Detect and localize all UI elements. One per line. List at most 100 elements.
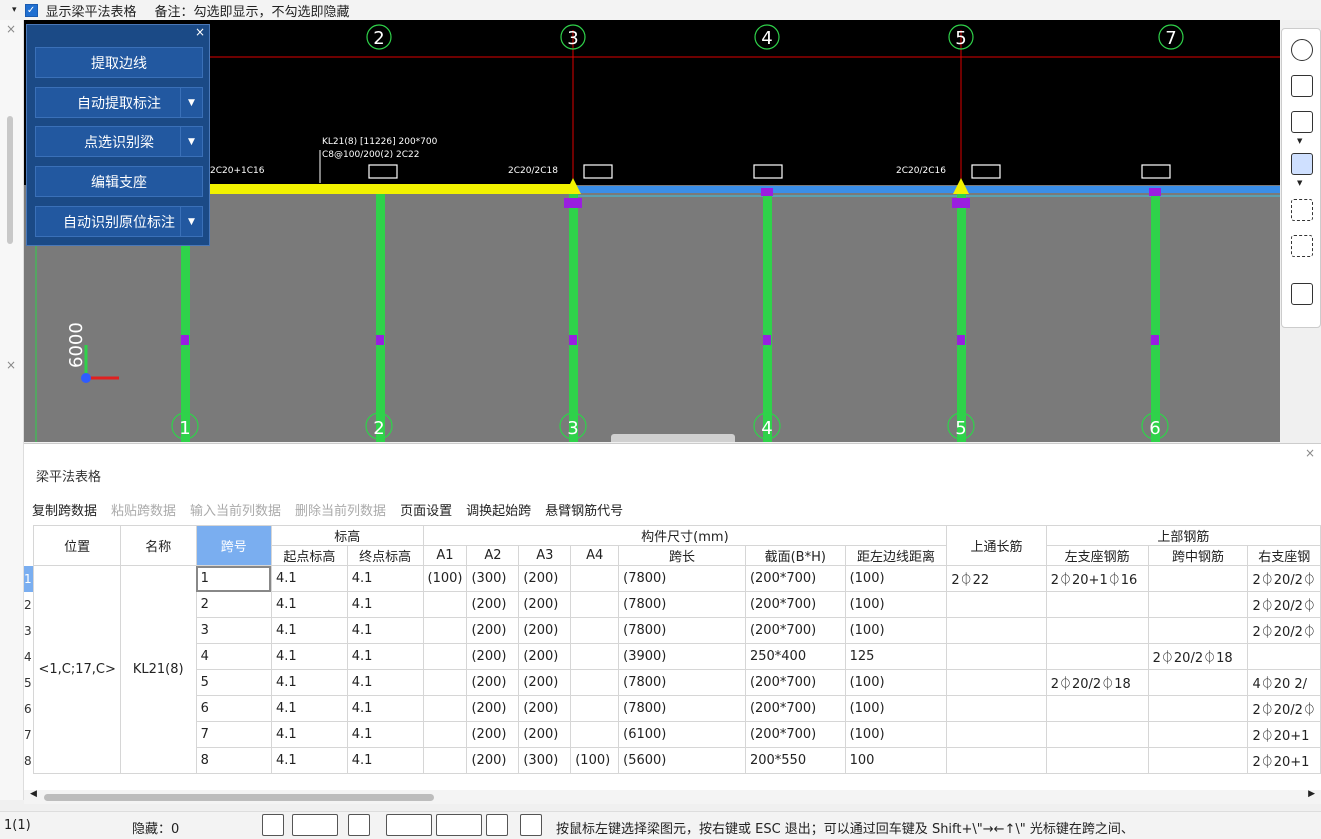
header-mid-span[interactable]: 跨中钢筋 [1147,545,1249,566]
cell-section[interactable]: (200*700) [744,565,846,592]
cell-end-elev[interactable]: 4.1 [346,591,424,618]
auto-extract-label-button[interactable]: 自动提取标注 ▼ [35,87,203,118]
header-left-seat[interactable]: 左支座钢筋 [1045,545,1149,566]
cell-right-seat[interactable]: 2⏀20/2⏀ [1247,565,1321,592]
cell-mid-span[interactable]: 2⏀20/2⏀18 [1147,643,1249,670]
cell-left-seat[interactable] [1045,591,1149,618]
cell-a1[interactable] [422,695,468,722]
cell-top-through[interactable] [946,643,1047,670]
cell-start-elev[interactable]: 4.1 [270,565,348,592]
cell-a3[interactable]: (200) [518,695,572,722]
canvas-collapse-tab[interactable] [611,434,735,442]
cell-dist[interactable]: (100) [844,695,948,722]
swap-start-span-button[interactable]: 调换起始跨 [466,500,531,519]
cell-span-len[interactable]: (7800) [618,591,746,618]
cell-a2[interactable]: (200) [466,747,520,774]
cell-a2[interactable]: (200) [466,669,520,696]
snap-select-icon[interactable] [292,814,338,836]
cell-dist[interactable]: (100) [844,565,948,592]
table-row[interactable]: 6 6 4.1 4.1 (200) (200) (7800) (200*700) (100) 2⏀… [24,695,1321,722]
row-number[interactable]: 4 [24,643,34,670]
cell-a4[interactable]: (100) [570,747,620,774]
row-number[interactable]: 5 [24,669,34,696]
cell-top-through[interactable] [946,617,1047,644]
cell-a1[interactable] [422,643,468,670]
orbit-icon[interactable] [1291,39,1313,61]
header-right-seat[interactable]: 右支座钢 [1247,545,1321,566]
cell-end-elev[interactable]: 4.1 [346,747,424,774]
cell-section[interactable]: 250*400 [744,643,846,670]
scroll-thumb[interactable] [44,794,434,801]
cell-start-elev[interactable]: 4.1 [270,643,348,670]
cell-a3[interactable]: (200) [518,591,572,618]
row-number[interactable]: 3 [24,617,34,644]
header-a1[interactable]: A1 [422,545,468,566]
cell-span[interactable]: 4 [195,643,272,670]
cell-start-elev[interactable]: 4.1 [270,747,348,774]
cell-span[interactable]: 8 [195,747,272,774]
cell-top-through[interactable] [946,591,1047,618]
object-view-icon[interactable] [1291,235,1313,257]
3d-view-icon[interactable] [1291,75,1313,97]
extract-edge-button[interactable]: 提取边线 [35,47,203,78]
cell-start-elev[interactable]: 4.1 [270,617,348,644]
cell-a2[interactable]: (200) [466,591,520,618]
scroll-right-icon[interactable]: ▶ [1308,789,1315,799]
cancel-icon[interactable] [348,814,370,836]
cell-position[interactable]: <1,C;17,C> [33,565,121,774]
row-number[interactable]: 6 [24,695,34,722]
cell-span-len[interactable]: (3900) [618,643,746,670]
table-row[interactable]: 4 4 4.1 4.1 (200) (200) (3900) 250*400 125 2⏀20/2… [24,643,1321,670]
cell-left-seat[interactable]: 2⏀20/2⏀18 [1045,669,1149,696]
header-span[interactable]: 跨号 [195,525,272,566]
cell-top-through[interactable] [946,747,1047,774]
cell-a4[interactable] [570,721,620,748]
input-column-button[interactable]: 输入当前列数据 [190,500,281,519]
cell-dist[interactable]: (100) [844,617,948,644]
delete-column-button[interactable]: 删除当前列数据 [295,500,386,519]
cell-right-seat[interactable]: 2⏀20/2⏀ [1247,591,1321,618]
cell-mid-span[interactable] [1147,669,1249,696]
trace-icon[interactable] [520,814,542,836]
cell-span-len[interactable]: (7800) [618,565,746,592]
header-section[interactable]: 截面(B*H) [744,545,846,566]
cell-span-len[interactable]: (7800) [618,695,746,722]
header-a2[interactable]: A2 [466,545,520,566]
cell-mid-span[interactable] [1147,565,1249,592]
cell-a3[interactable]: (200) [518,721,572,748]
cell-left-seat[interactable] [1045,617,1149,644]
zoom-extents-icon[interactable] [1291,199,1313,221]
cell-mid-span[interactable] [1147,721,1249,748]
chevron-down-icon[interactable]: ▼ [180,88,202,117]
ortho-icon[interactable] [262,814,284,836]
cell-section[interactable]: (200*700) [744,617,846,644]
cell-span[interactable]: 7 [195,721,272,748]
header-end-elev[interactable]: 终点标高 [346,545,424,566]
table-hscrollbar[interactable]: ◀ ▶ [24,789,1321,804]
cell-dist[interactable]: (100) [844,591,948,618]
cell-a1[interactable]: (100) [422,565,468,592]
cell-end-elev[interactable]: 4.1 [346,669,424,696]
cell-start-elev[interactable]: 4.1 [270,695,348,722]
cell-a2[interactable]: (200) [466,643,520,670]
chevron-down-icon[interactable]: ▼ [180,127,202,156]
row-number[interactable]: 8 [24,747,34,774]
cube-view-icon[interactable] [1291,153,1313,175]
cell-span[interactable]: 1 [195,565,272,592]
cell-span-len[interactable]: (5600) [618,747,746,774]
cell-a2[interactable]: (300) [466,565,520,592]
header-top-through[interactable]: 上通长筋 [946,525,1047,566]
cell-dist[interactable]: 125 [844,643,948,670]
header-a4[interactable]: A4 [570,545,620,566]
cell-a1[interactable] [422,591,468,618]
cell-top-through[interactable] [946,695,1047,722]
cell-a4[interactable] [570,617,620,644]
cell-dist[interactable]: 100 [844,747,948,774]
cell-end-elev[interactable]: 4.1 [346,721,424,748]
cell-end-elev[interactable]: 4.1 [346,565,424,592]
cell-a1[interactable] [422,617,468,644]
cell-span[interactable]: 2 [195,591,272,618]
cell-right-seat[interactable]: 4⏀20 2/ [1247,669,1321,696]
row-number[interactable]: 7 [24,721,34,748]
table-row[interactable]: 8 8 4.1 4.1 (200) (300) (100) (5600) 200*550 100 2… [24,747,1321,774]
